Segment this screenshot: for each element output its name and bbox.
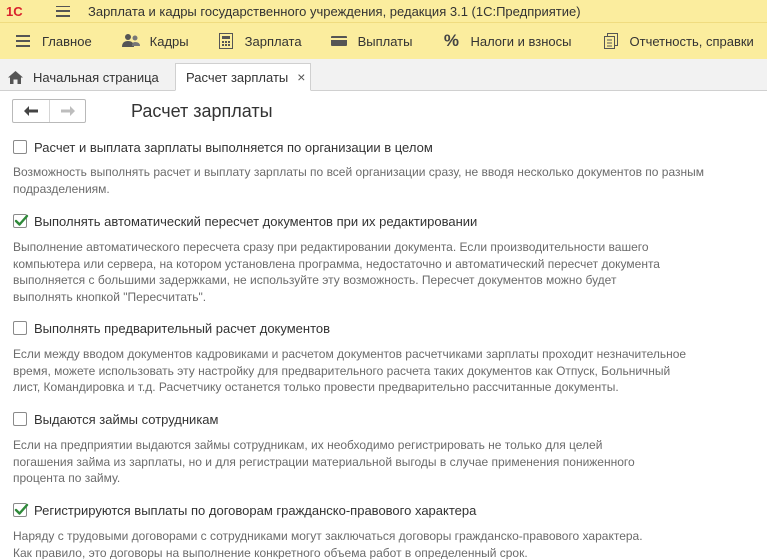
option-label: Расчет и выплата зарплаты выполняется по… [34,139,433,155]
burger-menu-icon [14,32,32,50]
calculator-icon [217,32,235,50]
description-line: Наряду с трудовыми договорами с сотрудни… [13,529,643,543]
description-line: подразделениям. [13,181,110,196]
history-navigation [12,99,86,123]
section-label: Налоги и взносы [470,33,572,49]
option-auto-recalc[interactable]: Выполнять автоматический пересчет докуме… [13,213,477,229]
option-label: Выполнять автоматический пересчет докуме… [34,213,478,229]
section-label: Главное [42,33,92,49]
section-label: Кадры [149,33,189,49]
section-payments[interactable]: Выплаты [322,23,421,59]
tab-bar: Начальная страница Расчет зарплаты × [0,59,767,91]
people-icon [121,32,140,50]
description-line: выполнять кнопкой "Пересчитать". [13,289,207,304]
section-label: Выплаты [357,33,413,49]
option-preliminary-calc[interactable]: Выполнять предварительный расчет докумен… [13,320,330,336]
description-line: Возможность выполнять расчет и выплату з… [13,165,704,179]
section-main[interactable]: Главное [0,23,100,59]
option-description: Возможность выполнять расчет и выплату з… [13,164,765,197]
option-description: Если между вводом документов кадровиками… [13,346,765,396]
home-icon [8,70,23,84]
app-logo[interactable]: 1С [6,3,36,19]
option-employee-loans[interactable]: Выдаются займы сотрудникам [13,411,218,427]
section-reports[interactable]: Отчетность, справки [594,23,762,59]
checkmark-icon [14,503,29,515]
description-line: процента по займу. [13,471,121,485]
description-line: время, можете использовать эту настройку… [13,363,671,378]
back-button[interactable] [13,100,49,122]
section-label: Зарплата [244,33,302,49]
tab-home[interactable]: Начальная страница [8,63,159,91]
employee-loans-checkbox[interactable] [13,412,27,426]
section-hr[interactable]: Кадры [114,23,197,59]
option-civil-contracts[interactable]: Регистрируются выплаты по договорам граж… [13,502,476,518]
reports-icon [602,32,620,50]
option-description: Выполнение автоматического пересчета сра… [13,239,765,305]
description-line: компьютера или сервера, на котором устан… [13,256,660,271]
main-menu-icon[interactable] [56,5,70,17]
tab-label: Расчет зарплаты [186,69,289,85]
tab-label: Начальная страница [33,69,159,85]
tab-salary-calculation[interactable]: Расчет зарплаты × [175,63,311,91]
option-description: Если на предприятии выдаются займы сотру… [13,437,765,487]
percent-icon: % [443,31,460,50]
description-line: Выполнение автоматического пересчета сра… [13,240,649,254]
option-org-wide[interactable]: Расчет и выплата зарплаты выполняется по… [13,139,433,155]
arrow-right-icon [60,106,75,116]
checkmark-icon [14,214,29,226]
section-label: Отчетность, справки [629,33,754,49]
page-title: Расчет зарплаты [131,101,273,121]
option-label: Выдаются займы сотрудникам [34,411,219,427]
description-line: погашения займа из зарплаты, но и для ре… [13,454,635,469]
title-bar: 1С Зарплата и кадры государственного учр… [0,0,767,22]
description-line: Как правило, это договоры на выполнение … [13,545,528,559]
civil-contracts-checkbox[interactable] [13,503,29,517]
option-description: Наряду с трудовыми договорами с сотрудни… [13,528,765,559]
description-line: выполняется с большими задержками, не ис… [13,273,617,287]
option-label: Регистрируются выплаты по договорам граж… [34,502,477,518]
section-salary[interactable]: Зарплата [209,23,310,59]
section-taxes[interactable]: % Налоги и взносы [434,23,579,59]
description-line: Если на предприятии выдаются займы сотру… [13,438,603,452]
sections-panel: Главное Кадры Зарплата Выплаты % Налоги … [0,22,767,59]
window-title: Зарплата и кадры государственного учрежд… [88,3,581,19]
preliminary-calc-checkbox[interactable] [13,321,27,335]
description-line: Если между вводом документов кадровиками… [13,347,687,361]
description-line: лист, Командировка и т.д. Расчетчику ост… [13,380,619,394]
close-icon[interactable]: × [297,69,305,85]
logo-text: 1С [6,3,23,19]
arrow-left-icon [24,106,38,116]
org-wide-checkbox[interactable] [13,140,27,154]
wallet-icon [330,32,348,50]
forward-button[interactable] [49,100,85,122]
option-label: Выполнять предварительный расчет докумен… [34,320,331,336]
auto-recalc-checkbox[interactable] [13,214,29,228]
